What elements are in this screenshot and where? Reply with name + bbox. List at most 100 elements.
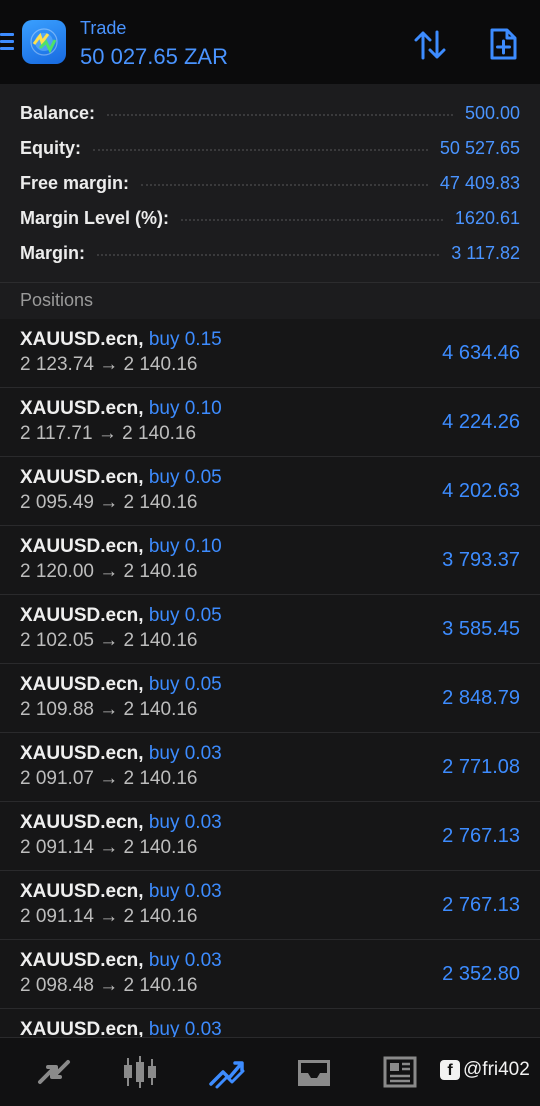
position-profit: 4 224.26 xyxy=(442,411,520,433)
position-row[interactable]: XAUUSD.ecn, buy 0.03 2 091.07 → 2 140.16 2… xyxy=(0,733,540,802)
position-side: buy 0.05 xyxy=(148,674,222,695)
position-row[interactable]: XAUUSD.ecn, buy 0.03 xyxy=(0,1009,540,1037)
position-row[interactable]: XAUUSD.ecn, buy 0.03 2 091.14 → 2 140.16 2… xyxy=(0,871,540,940)
menu-icon[interactable] xyxy=(0,33,14,53)
free-margin-label: Free margin: xyxy=(20,172,130,193)
position-symbol: XAUUSD.ecn, xyxy=(20,1019,144,1037)
position-profit: 3 793.37 xyxy=(442,549,520,571)
position-symbol: XAUUSD.ecn, xyxy=(20,881,144,902)
position-side: buy 0.03 xyxy=(148,812,222,833)
position-title: XAUUSD.ecn, buy 0.03 xyxy=(20,1019,222,1037)
dotted-leader xyxy=(107,114,453,116)
balance-value: 500.00 xyxy=(464,102,520,123)
position-symbol: XAUUSD.ecn, xyxy=(20,812,144,833)
quotes-icon xyxy=(38,1060,70,1084)
position-profit: 2 771.08 xyxy=(442,756,520,778)
nav-quotes[interactable] xyxy=(34,1054,74,1090)
position-row[interactable]: XAUUSD.ecn, buy 0.10 2 120.00 → 2 140.16 3… xyxy=(0,526,540,595)
free-margin-row: Free margin: 47 409.83 xyxy=(20,168,520,198)
position-title: XAUUSD.ecn, buy 0.05 xyxy=(20,674,222,696)
equity-value: 50 527.65 xyxy=(439,137,520,158)
position-title: XAUUSD.ecn, buy 0.03 xyxy=(20,950,222,972)
sort-button[interactable] xyxy=(412,28,448,62)
position-prices: 2 120.00 → 2 140.16 xyxy=(20,561,198,582)
position-prices: 2 091.14 → 2 140.16 xyxy=(20,906,198,927)
position-title: XAUUSD.ecn, buy 0.15 xyxy=(20,329,222,351)
position-row[interactable]: XAUUSD.ecn, buy 0.10 2 117.71 → 2 140.16 4… xyxy=(0,388,540,457)
position-row[interactable]: XAUUSD.ecn, buy 0.05 2 109.88 → 2 140.16 2… xyxy=(0,664,540,733)
position-prices: 2 095.49 → 2 140.16 xyxy=(20,492,198,513)
position-side: buy 0.03 xyxy=(148,950,222,971)
new-order-button[interactable] xyxy=(486,26,520,62)
position-profit: 3 585.45 xyxy=(442,618,520,640)
position-row[interactable]: XAUUSD.ecn, buy 0.05 2 102.05 → 2 140.16 3… xyxy=(0,595,540,664)
free-margin-value: 47 409.83 xyxy=(439,172,520,193)
sort-icon xyxy=(414,30,446,60)
position-symbol: XAUUSD.ecn, xyxy=(20,536,144,557)
position-profit: 4 634.46 xyxy=(442,342,520,364)
top-bar: Trade 50 027.65 ZAR xyxy=(0,0,540,85)
position-prices: 2 091.07 → 2 140.16 xyxy=(20,768,198,789)
app-logo xyxy=(22,20,66,64)
balance-row: Balance: 500.00 xyxy=(20,98,520,128)
position-profit: 2 848.79 xyxy=(442,687,520,709)
position-title: XAUUSD.ecn, buy 0.05 xyxy=(20,467,222,489)
position-prices: 2 117.71 → 2 140.16 xyxy=(20,423,197,444)
position-symbol: XAUUSD.ecn, xyxy=(20,467,144,488)
dotted-leader xyxy=(93,149,428,151)
position-prices: 2 098.48 → 2 140.16 xyxy=(20,975,198,996)
nav-chart[interactable] xyxy=(120,1054,160,1090)
position-row[interactable]: XAUUSD.ecn, buy 0.03 2 091.14 → 2 140.16 2… xyxy=(0,802,540,871)
position-title: XAUUSD.ecn, buy 0.03 xyxy=(20,743,222,765)
position-side: buy 0.03 xyxy=(148,743,222,764)
position-symbol: XAUUSD.ecn, xyxy=(20,743,144,764)
margin-level-value: 1620.61 xyxy=(454,207,520,228)
position-row[interactable]: XAUUSD.ecn, buy 0.15 2 123.74 → 2 140.16 4… xyxy=(0,319,540,388)
nav-history[interactable] xyxy=(294,1054,334,1090)
margin-level-label: Margin Level (%): xyxy=(20,207,170,228)
trade-icon xyxy=(209,1061,245,1089)
balance-label: Balance: xyxy=(20,102,96,123)
position-side: buy 0.15 xyxy=(148,329,222,350)
position-title: XAUUSD.ecn, buy 0.10 xyxy=(20,536,222,558)
account-summary: Balance: 500.00 Equity: 50 527.65 Free m… xyxy=(0,84,540,282)
equity-row: Equity: 50 527.65 xyxy=(20,133,520,163)
positions-section-header: Positions xyxy=(0,282,540,320)
position-row[interactable]: XAUUSD.ecn, buy 0.03 2 098.48 → 2 140.16 2… xyxy=(0,940,540,1009)
margin-value: 3 117.82 xyxy=(451,242,520,263)
position-side: buy 0.03 xyxy=(148,881,222,902)
position-side: buy 0.10 xyxy=(148,398,222,419)
position-side: buy 0.05 xyxy=(148,467,222,488)
account-balance: 50 027.65 ZAR xyxy=(80,44,228,69)
positions-heading: Positions xyxy=(20,290,94,310)
dotted-leader xyxy=(97,254,440,256)
position-prices: 2 123.74 → 2 140.16 xyxy=(20,354,198,375)
dotted-leader xyxy=(141,184,428,186)
watermark-text: @fri402 xyxy=(463,1059,530,1080)
position-title: XAUUSD.ecn, buy 0.10 xyxy=(20,398,222,420)
margin-row: Margin: 3 117.82 xyxy=(20,238,520,268)
position-row[interactable]: XAUUSD.ecn, buy 0.05 2 095.49 → 2 140.16 4… xyxy=(0,457,540,526)
position-side: buy 0.03 xyxy=(148,1019,222,1037)
position-profit: 2 767.13 xyxy=(442,825,520,847)
facebook-icon: f xyxy=(440,1060,460,1080)
dotted-leader xyxy=(181,219,443,221)
position-prices: 2 102.05 → 2 140.16 xyxy=(20,630,198,651)
position-title: XAUUSD.ecn, buy 0.03 xyxy=(20,812,222,834)
positions-list[interactable]: XAUUSD.ecn, buy 0.15 2 123.74 → 2 140.16 4… xyxy=(0,319,540,1037)
position-title: XAUUSD.ecn, buy 0.03 xyxy=(20,881,222,903)
position-symbol: XAUUSD.ecn, xyxy=(20,950,144,971)
position-profit: 2 352.80 xyxy=(442,963,520,985)
nav-news[interactable] xyxy=(380,1054,420,1090)
page-title: Trade xyxy=(80,18,127,38)
watermark: f @fri402 xyxy=(440,1058,530,1082)
margin-level-row: Margin Level (%): 1620.61 xyxy=(20,203,520,233)
position-prices: 2 109.88 → 2 140.16 xyxy=(20,699,198,720)
position-profit: 4 202.63 xyxy=(442,480,520,502)
equity-label: Equity: xyxy=(20,137,81,158)
nav-trade[interactable] xyxy=(207,1054,247,1090)
position-symbol: XAUUSD.ecn, xyxy=(20,329,144,350)
history-icon xyxy=(298,1060,330,1086)
position-side: buy 0.05 xyxy=(148,605,222,626)
position-title: XAUUSD.ecn, buy 0.05 xyxy=(20,605,222,627)
